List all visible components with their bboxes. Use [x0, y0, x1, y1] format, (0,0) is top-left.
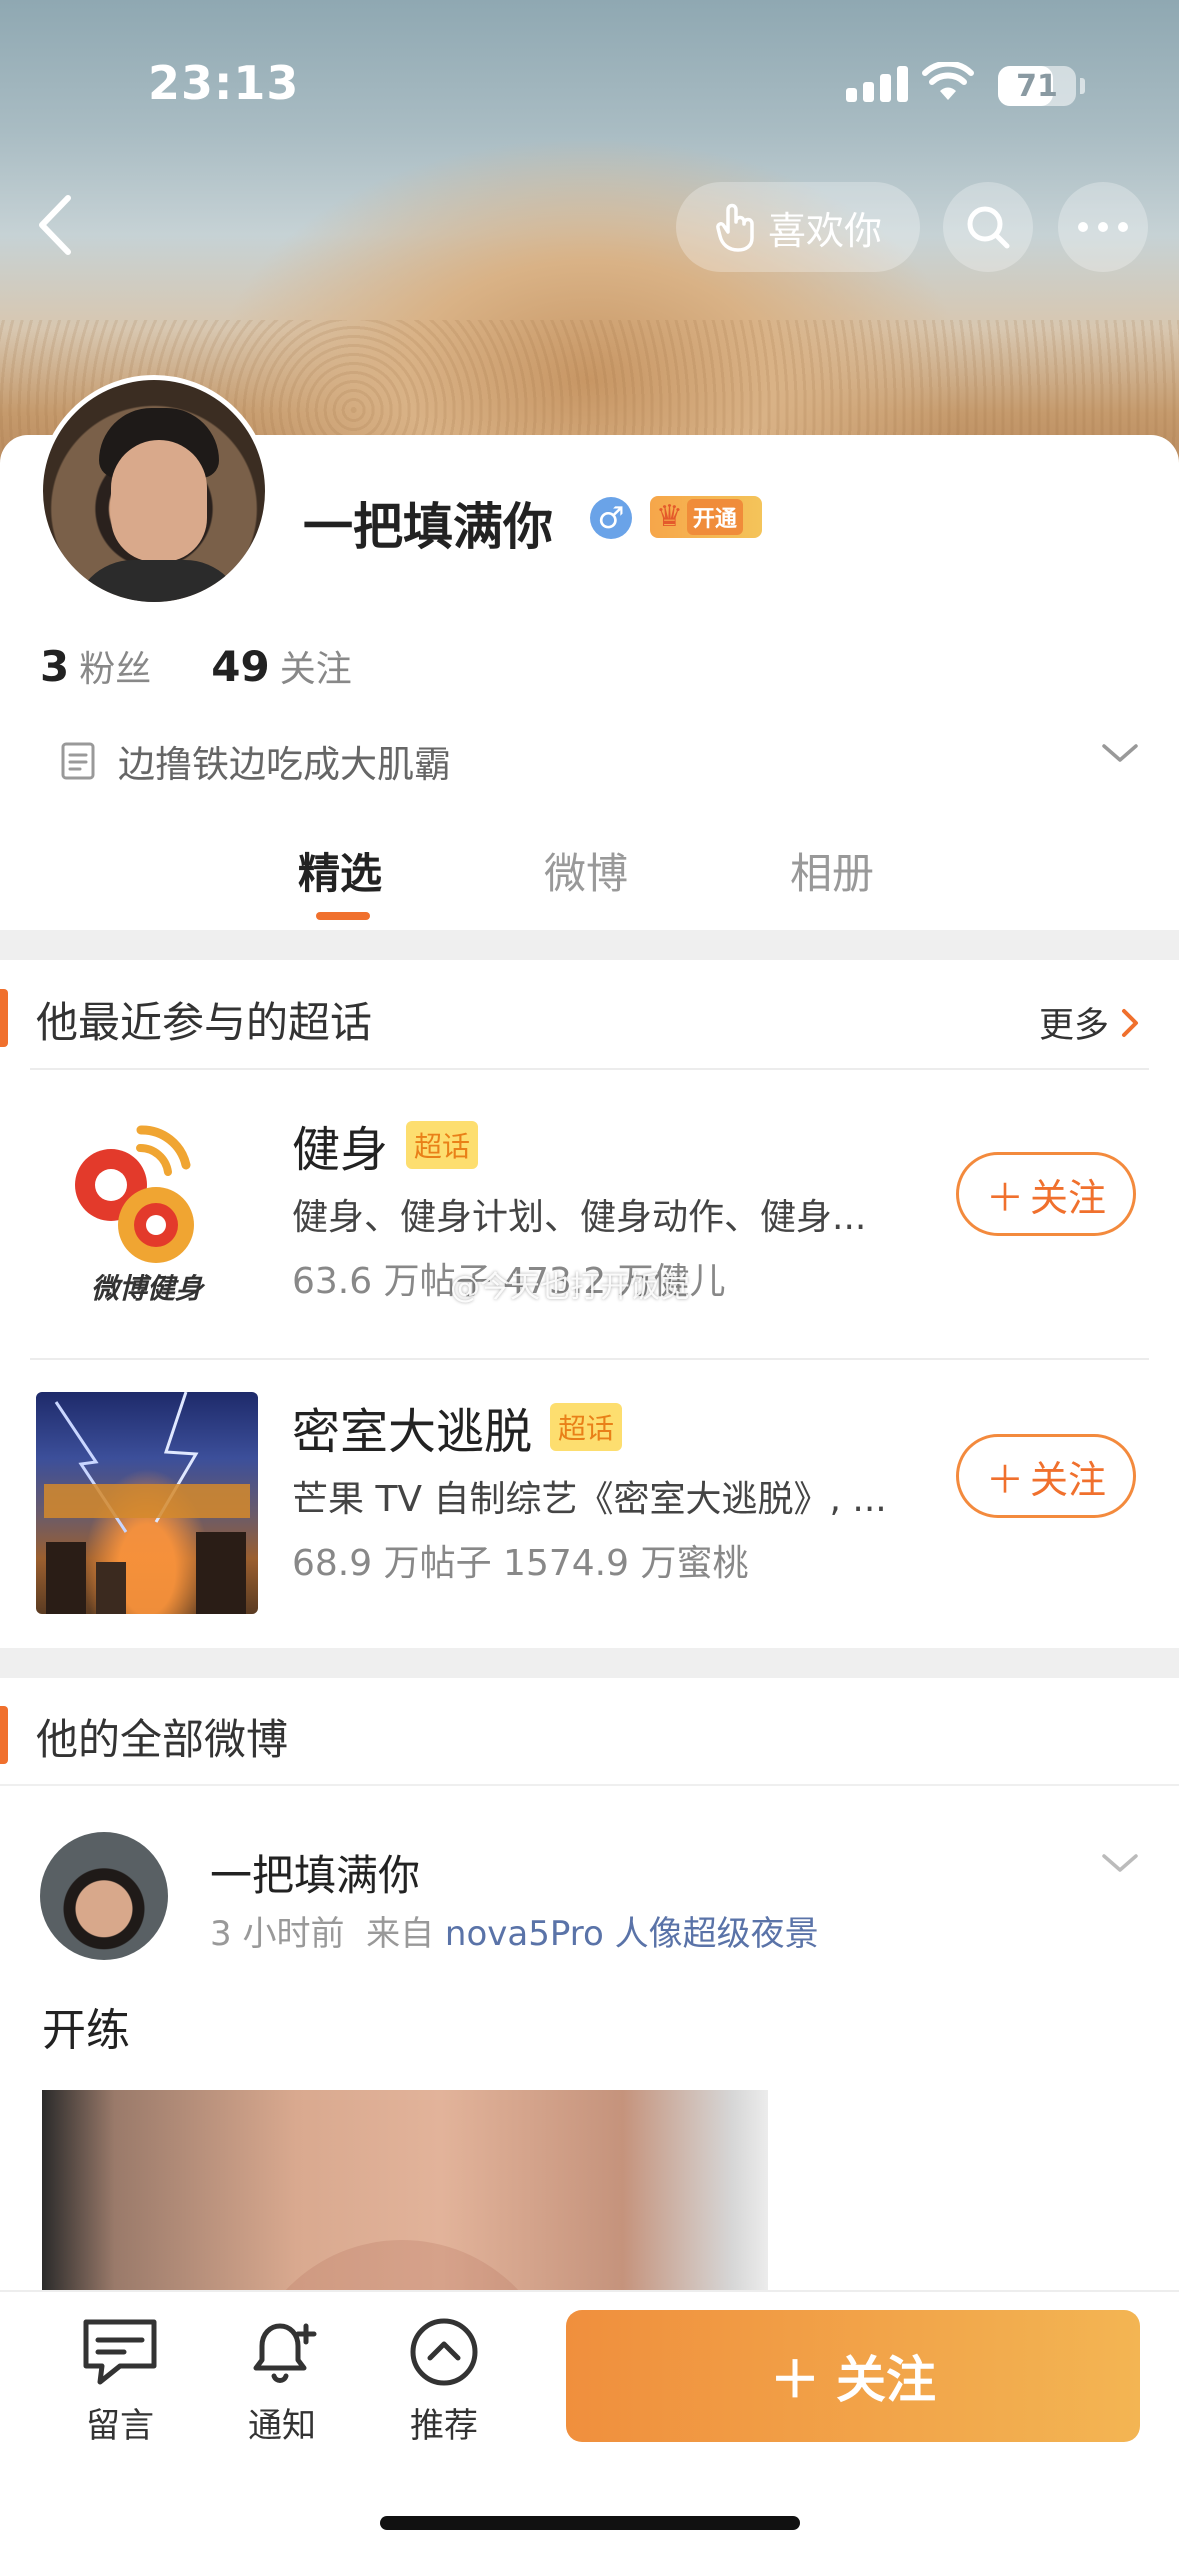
post-meta: 3 小时前 来自 nova5Pro 人像超级夜景 [210, 1906, 819, 1955]
topic-meta: 68.9 万帖子 1574.9 万蜜桃 [292, 1543, 749, 1584]
like-label: 喜欢你 [767, 208, 882, 253]
follow-user-label: 关注 [836, 2351, 936, 2409]
chevron-up-circle-icon [410, 2318, 478, 2386]
follow-user-button[interactable]: ＋ 关注 [566, 2310, 1140, 2442]
plus-icon: ＋ [770, 2351, 820, 2409]
profile-name: 一把填满你 [303, 498, 553, 556]
followers-stat[interactable]: 3 粉丝 [40, 640, 151, 692]
comment-icon [83, 2319, 157, 2385]
avatar-body [73, 560, 245, 602]
home-indicator[interactable] [380, 2516, 800, 2530]
following-count: 49 [211, 642, 270, 691]
chevron-down-icon[interactable] [1100, 742, 1140, 766]
section-accent-bar [0, 989, 8, 1047]
message-button[interactable]: 留言 [60, 2316, 180, 2447]
followers-label: 粉丝 [79, 649, 152, 690]
topic-name: 健身 超话 [292, 1110, 479, 1180]
cellular-signal-icon [846, 66, 908, 102]
wifi-icon [922, 62, 974, 100]
topic-item[interactable]: 密室大逃脱 超话 芒果 TV 自制综艺《密室大逃脱》, ... 68.9 万帖子… [0, 1352, 1179, 1614]
divider [0, 1784, 1179, 1786]
post-source[interactable]: nova5Pro 人像超级夜景 [445, 1914, 819, 1954]
more-options-button[interactable] [1058, 182, 1148, 272]
chevron-down-icon[interactable] [1100, 1852, 1140, 1876]
logo-text: 微博健身 [91, 1272, 206, 1305]
follow-topic-button[interactable]: ＋关注 [956, 1434, 1136, 1518]
topic-image-fitness: 微博健身 [36, 1110, 258, 1332]
weibo-fitness-logo: 微博健身 [75, 1125, 206, 1305]
supertopic-badge: 超话 [406, 1121, 479, 1169]
post-author-name[interactable]: 一把填满你 [210, 1842, 420, 1903]
profile-avatar[interactable] [38, 375, 270, 607]
topics-more-link[interactable]: 更多 [1039, 997, 1139, 1048]
topic-title: 密室大逃脱 [292, 1404, 533, 1460]
topic-description: 健身、健身计划、健身动作、健身... [292, 1197, 867, 1238]
escape-room-poster [44, 1392, 250, 1614]
crown-icon: ♛ [656, 499, 683, 534]
plus-icon: ＋ [985, 1175, 1024, 1220]
avatar-face [111, 440, 207, 562]
follow-topic-button[interactable]: ＋关注 [956, 1152, 1136, 1236]
follow-label: 关注 [1030, 1175, 1107, 1220]
plus-icon: ＋ [985, 1457, 1024, 1502]
profile-bio[interactable]: 边撸铁边吃成大肌霸 [60, 734, 451, 788]
battery-level: 71 [1016, 69, 1058, 104]
search-button[interactable] [943, 182, 1033, 272]
followers-count: 3 [40, 642, 70, 691]
male-icon: ♂ [590, 497, 632, 539]
status-time: 23:13 [148, 56, 300, 110]
topics-section-title: 他最近参与的超话 [36, 998, 373, 1047]
profile-tabs: 精选 微博 相册 [0, 830, 1179, 930]
section-separator [0, 930, 1179, 960]
topic-name: 密室大逃脱 超话 [292, 1392, 623, 1462]
notify-button[interactable]: 通知 [222, 2316, 342, 2447]
tab-featured[interactable]: 精选 [298, 840, 382, 901]
battery-cap [1080, 78, 1085, 94]
follow-label: 关注 [1030, 1457, 1107, 1502]
back-icon[interactable] [30, 190, 80, 260]
more-label: 更多 [1038, 1006, 1109, 1046]
posts-section-title: 他的全部微博 [36, 1715, 289, 1764]
bio-text: 边撸铁边吃成大肌霸 [118, 743, 451, 786]
like-button[interactable]: 喜欢你 [676, 182, 920, 272]
profile-stats: 3 粉丝 49 关注 [40, 640, 352, 692]
topics-section-header: 他最近参与的超话 更多 [0, 965, 1179, 1069]
search-icon [967, 206, 1010, 249]
post-author-avatar[interactable] [40, 1832, 168, 1960]
chevron-right-icon [1122, 1008, 1138, 1037]
supertopic-badge: 超话 [550, 1403, 623, 1451]
message-label: 留言 [86, 2406, 154, 2446]
following-stat[interactable]: 49 关注 [211, 640, 351, 692]
post-time: 3 小时前 [210, 1914, 345, 1954]
hand-heart-icon [716, 203, 754, 252]
post-from-label: 来自 [366, 1914, 435, 1954]
more-dots-icon [1078, 222, 1128, 232]
posts-section-header: 他的全部微博 [0, 1682, 1179, 1786]
recommend-label: 推荐 [410, 2406, 478, 2446]
vip-badge[interactable]: ♛ 开通 [650, 496, 762, 538]
topic-description: 芒果 TV 自制综艺《密室大逃脱》, ... [292, 1479, 887, 1520]
topic-image-escape-room [36, 1392, 258, 1614]
recommend-button[interactable]: 推荐 [384, 2316, 504, 2447]
section-accent-bar [0, 1706, 8, 1764]
topic-title: 健身 [292, 1122, 389, 1178]
section-separator [0, 1648, 1179, 1678]
vip-label: 开通 [686, 499, 743, 535]
watermark: @今天也打开饭觉 [450, 1270, 690, 1305]
notify-label: 通知 [248, 2406, 316, 2446]
tab-weibo[interactable]: 微博 [544, 840, 628, 901]
document-icon [61, 742, 95, 780]
battery-icon: 71 [998, 66, 1076, 106]
post-text: 开练 [42, 2005, 130, 2056]
following-label: 关注 [279, 649, 352, 690]
status-bar: 23:13 71 [0, 0, 1179, 160]
tab-album[interactable]: 相册 [790, 840, 874, 901]
tab-active-indicator [316, 912, 370, 920]
bell-plus-icon [253, 2323, 317, 2383]
